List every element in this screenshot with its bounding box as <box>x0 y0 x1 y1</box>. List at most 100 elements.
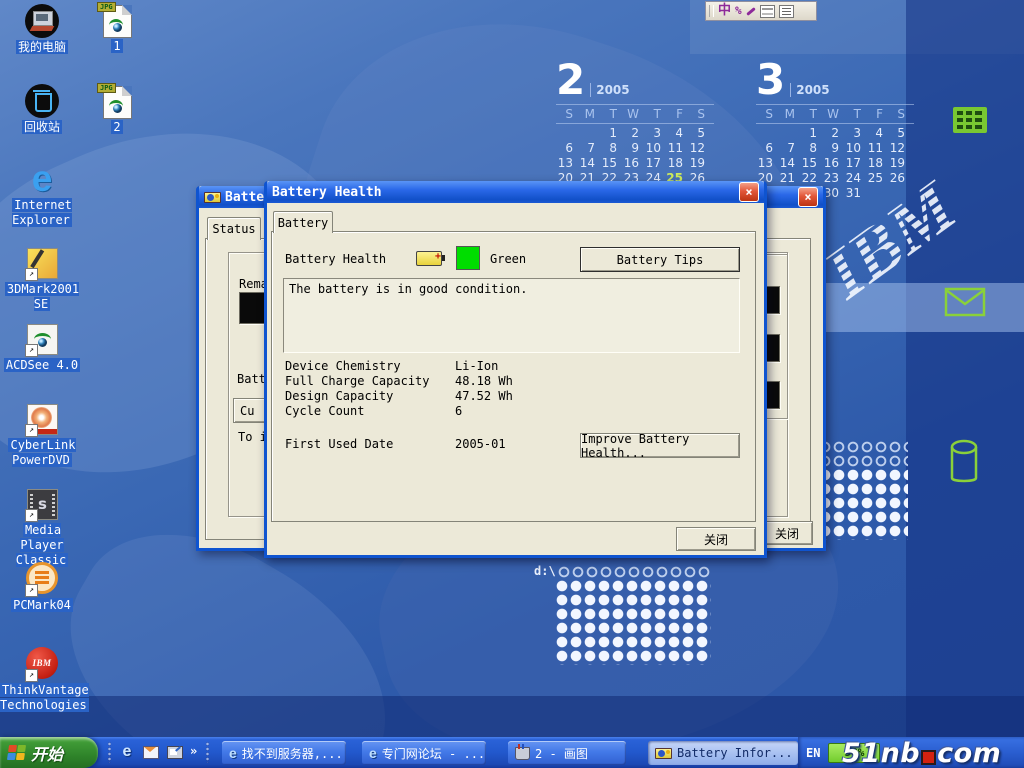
desktop-icon-thinkvantage[interactable]: IBM ThinkVantage Technologies <box>0 647 84 713</box>
watermark: 51nb com <box>842 738 1001 768</box>
desktop-icon-pcmark04[interactable]: PCMark04 <box>0 562 84 613</box>
taskbar-task-browser-2[interactable]: e 专门网论坛 - ... <box>362 741 486 765</box>
calendar-weekday-header: SMTWTFS <box>756 104 914 124</box>
language-indicator[interactable]: EN <box>806 746 820 760</box>
close-icon[interactable] <box>739 182 759 202</box>
jpg-file-icon: JPG <box>100 3 134 37</box>
paint-icon <box>515 747 530 760</box>
desktop-icon-label: ACDSee 4.0 <box>0 358 84 373</box>
quicklaunch-internet-explorer[interactable]: e <box>118 743 136 761</box>
keyboard-icon[interactable] <box>760 5 775 18</box>
close-icon[interactable] <box>798 187 818 207</box>
grid-icon <box>952 106 988 137</box>
dot-pattern-rings <box>557 565 711 579</box>
pen-icon[interactable] <box>746 7 756 16</box>
battery-health-titlebar[interactable]: Battery Health <box>267 181 764 203</box>
desktop-icon-acdsee[interactable]: ACDSee 4.0 <box>0 322 84 373</box>
health-color-swatch <box>456 246 480 270</box>
wallpaper-band <box>0 696 1024 737</box>
fullwidth-mode-icon[interactable]: % <box>735 3 742 19</box>
desktop-icon-file-1[interactable]: JPG 1 <box>92 3 142 54</box>
watermark-dot-icon <box>921 750 936 765</box>
ie-icon: e <box>229 745 237 761</box>
cylinder-icon <box>948 438 980 491</box>
info-value: 48.18 Wh <box>455 374 513 388</box>
desktop-icon-media-player-classic[interactable]: s Media Player Classic <box>0 487 84 568</box>
start-button[interactable]: 开始 <box>0 737 98 768</box>
battery-tips-button[interactable]: Battery Tips <box>580 247 740 272</box>
info-label: Cycle Count <box>285 404 364 418</box>
menu-icon[interactable] <box>779 5 794 18</box>
drive-label: d:\ <box>534 564 556 578</box>
powerdvd-icon <box>25 402 59 436</box>
quicklaunch-show-desktop[interactable] <box>166 743 184 761</box>
info-value: Li-Ion <box>455 359 498 373</box>
desktop-icon-my-computer[interactable]: 我的电脑 <box>0 4 84 55</box>
tab-status[interactable]: Status <box>207 217 261 240</box>
drag-handle[interactable] <box>709 5 714 17</box>
tab-battery[interactable]: Battery <box>273 211 333 233</box>
desktop-icon-internet-explorer[interactable]: e Internet Explorer <box>0 162 84 228</box>
shortcut-arrow-icon <box>25 509 38 522</box>
desktop-icon-label: CyberLink PowerDVD <box>0 438 84 468</box>
windows-logo-icon <box>7 745 26 760</box>
calendar-year: 2005 <box>590 83 629 97</box>
desktop-icon-label: 2 <box>92 120 142 135</box>
dot-pattern-filled <box>818 468 908 540</box>
desktop-icon-label: PCMark04 <box>0 598 84 613</box>
battery-icon: + <box>416 251 442 266</box>
close-button[interactable]: 关闭 <box>761 521 813 545</box>
close-button[interactable]: 关闭 <box>676 527 756 551</box>
my-computer-icon <box>25 4 59 38</box>
info-value: 47.52 Wh <box>455 389 513 403</box>
shortcut-arrow-icon <box>25 344 38 357</box>
desktop-icon-powerdvd[interactable]: CyberLink PowerDVD <box>0 402 84 468</box>
language-bar[interactable]: 中 % <box>705 1 817 21</box>
internet-explorer-icon: e <box>32 158 53 199</box>
desktop-icon-3dmark2001[interactable]: 3DMark2001 SE <box>0 246 84 312</box>
media-player-classic-icon: s <box>25 487 59 521</box>
taskbar-separator <box>108 742 111 763</box>
battery-health-dialog: Battery Health Battery Battery Health + … <box>264 181 767 558</box>
desktop-icon-label: 我的电脑 <box>0 40 84 55</box>
taskbar-task-battery-information[interactable]: Battery Infor... <box>648 741 798 765</box>
desktop-icon-label: 1 <box>92 39 142 54</box>
calendar-weekday-header: SMTWTFS <box>556 104 714 124</box>
shortcut-arrow-icon <box>25 669 38 682</box>
to-text-fragment: To i <box>238 430 267 444</box>
info-label: Full Charge Capacity <box>285 374 430 388</box>
pcmark-icon <box>25 562 59 596</box>
ie-icon: e <box>369 745 377 761</box>
health-status-text: Green <box>490 252 526 266</box>
window-title: Batte <box>225 190 264 205</box>
thinkvantage-icon: IBM <box>25 647 59 681</box>
calendar-month-number: 2 <box>556 61 585 99</box>
first-used-label: First Used Date <box>285 437 393 451</box>
taskbar-task-paint[interactable]: 2 - 画图 <box>508 741 626 765</box>
mail-icon <box>143 746 159 759</box>
show-desktop-icon <box>167 746 183 759</box>
info-value: 6 <box>455 404 462 418</box>
condition-textbox: The battery is in good condition. <box>283 278 740 353</box>
calendar-march: 3 2005 SMTWTFS 1234567891011121314151617… <box>756 57 914 200</box>
recycle-bin-icon <box>25 84 59 118</box>
acdsee-icon <box>25 322 59 356</box>
chinese-input-icon[interactable]: 中 <box>718 3 731 19</box>
improve-battery-health-button[interactable]: Improve Battery Health... <box>580 433 740 458</box>
desktop-icon-label: Internet Explorer <box>0 198 84 228</box>
desktop-icon-recycle-bin[interactable]: 回收站 <box>0 84 84 135</box>
desktop-icon-file-2[interactable]: JPG 2 <box>92 84 142 135</box>
info-label: Design Capacity <box>285 389 393 403</box>
taskbar-task-browser-1[interactable]: e 找不到服务器,... <box>222 741 346 765</box>
ie-icon: e <box>123 743 132 761</box>
quicklaunch-outlook-express[interactable] <box>142 743 160 761</box>
taskbar-separator <box>206 742 209 763</box>
battery-health-label: Battery Health <box>285 252 386 266</box>
calendar-february: 2 2005 SMTWTFS 1234567891011121314151617… <box>556 57 714 200</box>
calendar-year: 2005 <box>790 83 829 97</box>
first-used-value: 2005-01 <box>455 437 506 451</box>
quicklaunch-overflow-chevron[interactable] <box>190 744 197 758</box>
3dmark-icon <box>25 246 59 280</box>
info-label: Device Chemistry <box>285 359 401 373</box>
shortcut-arrow-icon <box>25 424 38 437</box>
